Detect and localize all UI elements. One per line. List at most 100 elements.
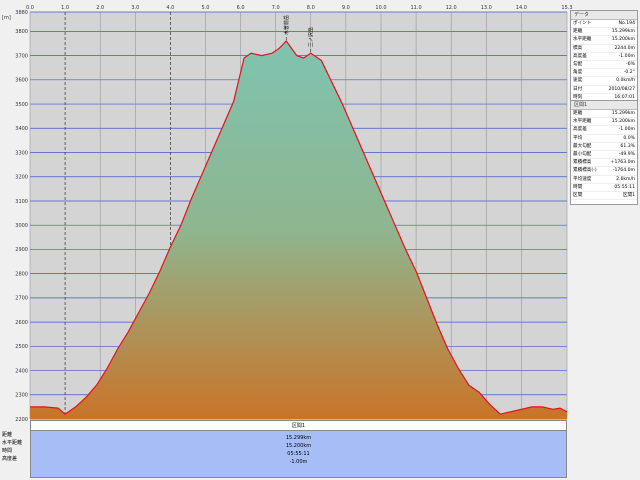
panel-row-value: 0.0km/h	[616, 78, 635, 84]
panel-row-value: No.194	[618, 21, 635, 26]
summary-value: 15.299km	[285, 435, 312, 441]
panel-row-value: -49.9%	[618, 151, 635, 157]
summary-value: -1.00m	[289, 459, 308, 465]
panel-row: 水平距離 15.200km	[571, 36, 637, 45]
summary-value: 15.200km	[285, 443, 312, 449]
y-tick-label: 3000	[15, 223, 28, 229]
panel-row-key: ポイント	[573, 21, 592, 26]
panel-row-value: 2010/08/27	[608, 86, 635, 92]
x-tick-label: 11.0	[411, 5, 422, 11]
x-tick-label: 9.0	[342, 5, 350, 11]
panel-row: 累積標高(-) -1764.0m	[571, 167, 637, 176]
panel-row-key: 日付	[573, 86, 583, 92]
panel-row-value: 05:55:11	[614, 184, 635, 190]
panel-row-value: -1764.0m	[612, 168, 635, 174]
summary-header[interactable]: 区間1	[30, 420, 567, 431]
panel-row: 高度差 -1.00m	[571, 53, 637, 61]
x-tick-label: 10.0	[375, 5, 386, 11]
x-tick-label: 13.0	[481, 5, 492, 11]
panel-row: 最大勾配 61.3%	[571, 143, 637, 151]
summary-row-label: 距離	[2, 432, 13, 438]
y-tick-label: 2500	[15, 344, 28, 350]
x-tick-label: 12.0	[446, 5, 457, 11]
panel-row: 標高 2244.0m	[571, 45, 637, 53]
panel-row: 区間 区間1	[571, 192, 637, 201]
panel-row-value: 15.299km	[611, 29, 635, 35]
data-panel-header: データ	[571, 11, 637, 20]
y-tick-label: 2600	[15, 320, 28, 326]
x-tick-label: 8.0	[307, 5, 315, 11]
panel-row-value: 15.299km	[611, 111, 635, 116]
summary-row-label: 水平距離	[2, 440, 23, 446]
panel-row: ポイント No.194	[571, 20, 637, 29]
panel-row-value: -0.2°	[623, 70, 635, 76]
y-tick-label: 3100	[15, 199, 28, 205]
y-tick-label: 3400	[15, 126, 28, 132]
panel-row: 時間 05:55:11	[571, 184, 637, 192]
x-tick-label: 0.0	[26, 5, 34, 11]
summary-row-label: 時間	[2, 448, 13, 454]
section-summary: 区間1 15.299km 15.200km 05:55:11 -1.00m	[30, 420, 567, 478]
panel-row-value: 15.200km	[611, 119, 635, 125]
annotation-label: 三ノ沢岳	[308, 27, 315, 47]
panel-row-key: 距離	[573, 29, 583, 35]
panel-row: 累積標高 +1763.0m	[571, 159, 637, 168]
panel-row-key: 平均	[573, 135, 583, 141]
panel-row-value: 2244.0m	[614, 45, 635, 51]
y-tick-label: 2900	[15, 247, 28, 253]
panel-row-value: 61.3%	[620, 143, 635, 149]
panel-row-key: 速度	[573, 78, 583, 84]
y-tick-label: 3200	[15, 175, 28, 181]
panel-row-key: 最小勾配	[573, 151, 592, 157]
panel-row: 日付 2010/08/27	[571, 86, 637, 94]
panel-row-value: -1.00m	[618, 127, 635, 133]
y-tick-label: 3300	[15, 150, 28, 156]
y-unit-label: [m]	[2, 15, 11, 21]
x-tick-label: 1.0	[61, 5, 69, 11]
panel-row: 高度差 -1.00m	[571, 126, 637, 135]
elevation-chart: 3880380037003600350034003300320031003000…	[2, 5, 573, 423]
panel-row: 水平距離 15.200km	[571, 118, 637, 127]
y-tick-label: 2400	[15, 368, 28, 374]
panel-row-value: 2.6km/h	[616, 176, 635, 182]
panel-row: 距離 15.299km	[571, 110, 637, 119]
x-tick-label: 4.0	[166, 5, 174, 11]
y-tick-label: 3700	[15, 53, 28, 59]
panel-row-key: 勾配	[573, 61, 583, 67]
panel-row-key: 距離	[573, 111, 583, 116]
y-tick-label: 3500	[15, 102, 28, 108]
panel-row-value: 15.200km	[611, 37, 635, 43]
panel-row: 速度 0.0km/h	[571, 77, 637, 86]
panel-row: 最小勾配 -49.9%	[571, 151, 637, 160]
summary-row-labels: 距離 水平距離 時間 高度差	[2, 431, 30, 463]
panel-row-key: 水平距離	[573, 37, 592, 43]
y-tick-label: 3800	[15, 29, 28, 35]
panel-row-key: 角度	[573, 70, 583, 76]
x-tick-label: 14.0	[516, 5, 527, 11]
x-tick-label: 5.0	[202, 5, 210, 11]
panel-row: 角度 -0.2°	[571, 69, 637, 78]
y-tick-label: 3600	[15, 78, 28, 84]
y-tick-label: 2800	[15, 271, 28, 277]
summary-value: 05:55:11	[287, 451, 310, 457]
section-panel-header: 区間1	[571, 101, 637, 110]
panel-row-key: 累積標高	[573, 160, 592, 166]
x-tick-label: 7.0	[272, 5, 280, 11]
panel-row: 平均速度 2.6km/h	[571, 176, 637, 184]
panel-row: 勾配 -6%	[571, 61, 637, 70]
x-tick-label: 6.0	[237, 5, 245, 11]
panel-row-key: 高度差	[573, 127, 587, 133]
x-tick-label: 2.0	[96, 5, 104, 11]
panel-row-key: 標高	[573, 45, 583, 51]
panel-row-value: 区間1	[622, 192, 635, 198]
y-tick-label: 2200	[15, 417, 28, 423]
y-tick-label: 2700	[15, 296, 28, 302]
panel-row-value: 0.0%	[623, 135, 635, 141]
x-tick-label: 3.0	[131, 5, 139, 11]
panel-row: 距離 15.299km	[571, 28, 637, 37]
panel-row-key: 区間	[573, 192, 583, 198]
section-panel: 区間1 距離 15.299km 水平距離 15.200km 高度差 -1.00m 平均 0.0…	[570, 100, 638, 205]
summary-row-label: 高度差	[2, 456, 18, 462]
panel-row-key: 高度差	[573, 53, 587, 59]
panel-row-key: 最大勾配	[573, 143, 592, 149]
